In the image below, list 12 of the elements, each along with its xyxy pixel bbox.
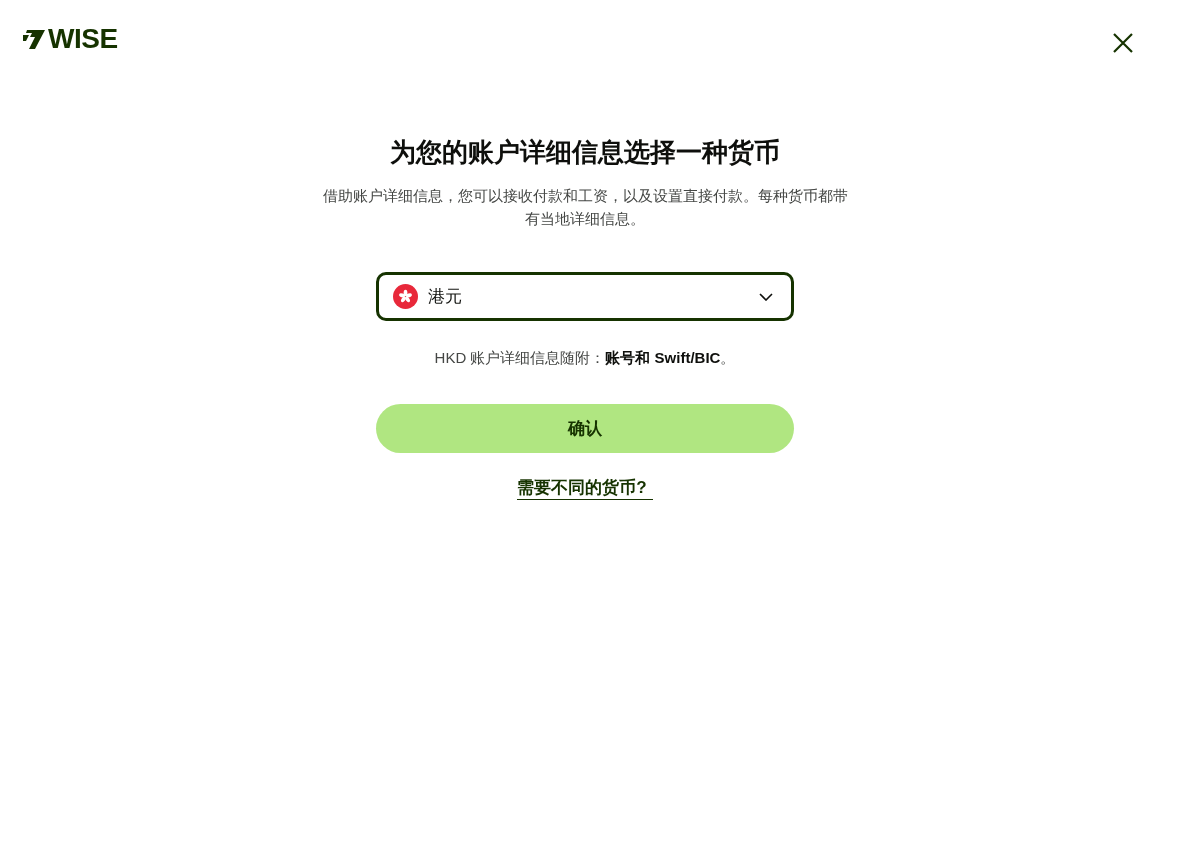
page-title: 为您的账户详细信息选择一种货币	[390, 136, 780, 168]
currency-select[interactable]: 港元	[376, 272, 794, 321]
close-icon	[1113, 33, 1133, 53]
flag-icon	[393, 284, 418, 309]
confirm-button[interactable]: 确认	[376, 404, 794, 453]
different-currency-link[interactable]: 需要不同的货币?	[517, 477, 653, 500]
logo-flag-icon	[23, 29, 45, 49]
logo-wordmark: WISE	[48, 28, 118, 50]
description-text: 借助账户详细信息，您可以接收付款和工资，以及设置直接付款。每种货币都带有当地详细信息。	[322, 186, 848, 229]
close-button[interactable]	[1113, 33, 1133, 53]
details-note: HKD 账户详细信息随附：账号和 Swift/BIC。	[434, 348, 736, 368]
chevron-down-icon	[759, 292, 773, 301]
